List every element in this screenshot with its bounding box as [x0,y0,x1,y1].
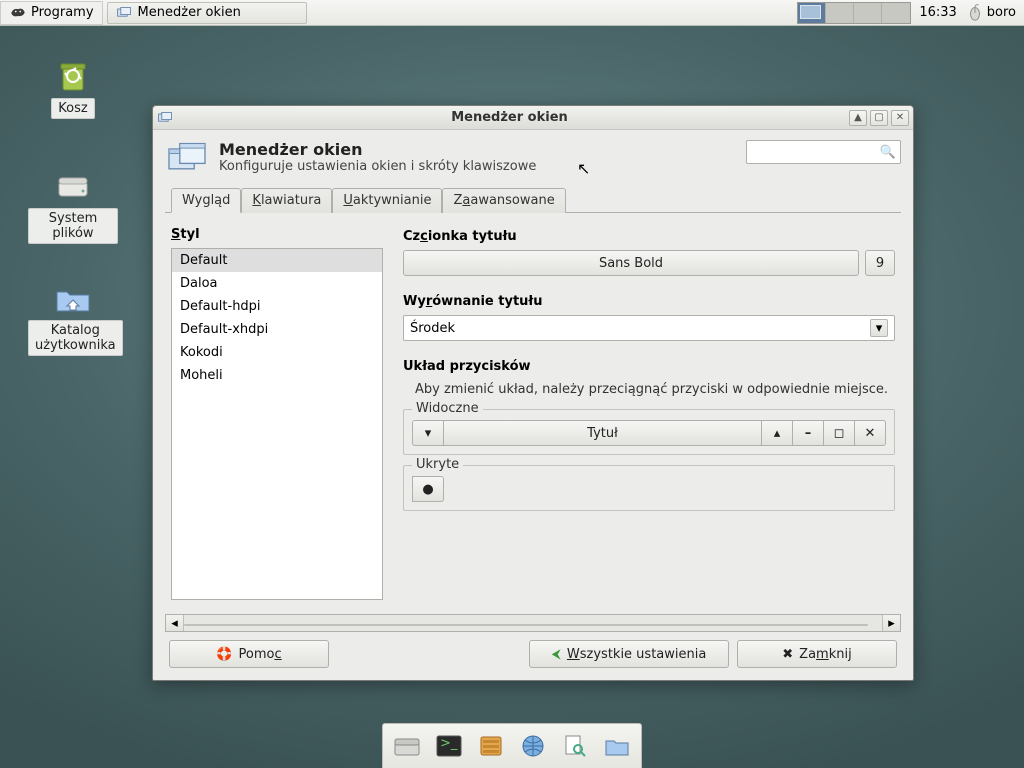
tab-keyboard[interactable]: Klawiatura [241,188,332,213]
style-heading: Styl [171,227,383,242]
layout-shade-button[interactable]: ▴ [761,420,793,446]
tab-advanced[interactable]: Zaawansowane [442,188,565,213]
home-folder-icon [53,278,93,318]
close-button[interactable]: ✖ Zamknij [737,640,897,668]
terminal-icon: >_ [434,733,464,759]
hidden-legend: Ukryte [412,457,463,472]
dock-web-browser[interactable] [515,728,551,764]
dock-folder[interactable] [599,728,635,764]
trash-icon [53,56,93,96]
applications-menu-label: Programy [31,5,94,20]
dock-terminal[interactable]: >_ [431,728,467,764]
window-rollup-button[interactable]: ▲ [849,110,867,126]
style-item-default[interactable]: Default [172,249,382,272]
window-manager-settings: Menedżer okien ▲ ▢ ✕ Menedżer okien Konf… [152,105,914,681]
title-font-size-button[interactable]: 9 [865,250,895,276]
visible-buttons-fieldset: Widoczne ▾ Tytuł ▴ – ◻ ✕ [403,409,895,455]
globe-icon [518,733,548,759]
file-manager-icon [476,733,506,759]
scroll-left-icon[interactable]: ◂ [166,615,184,631]
taskbar-button-wm[interactable]: Menedżer okien [107,2,307,24]
window-manager-large-icon [165,140,209,176]
window-manager-icon [157,111,173,125]
chevron-down-icon: ▾ [870,319,888,337]
tabs: Wygląd Klawiatura Uaktywnianie Zaawansow… [165,188,901,213]
layout-stick-button[interactable]: ● [412,476,444,502]
dialog-footer: 🛟 Pomoc ⮜ Wszystkie ustawienia ✖ Zamknij [165,632,901,670]
dock-file-manager[interactable] [473,728,509,764]
settings-subtitle: Konfiguruje ustawienia okien i skróty kl… [219,159,536,174]
workspace-1[interactable] [798,3,826,23]
style-item[interactable]: Default-xhdpi [172,318,382,341]
desktop-icon-home[interactable]: Katalog użytkownika [28,278,118,356]
bottom-dock: >_ [382,723,642,768]
layout-close-button[interactable]: ✕ [854,420,886,446]
all-settings-button[interactable]: ⮜ Wszystkie ustawienia [529,640,729,668]
settings-title: Menedżer okien [219,140,536,159]
clock[interactable]: 16:33 [911,5,964,20]
scroll-thumb[interactable] [184,624,868,626]
user-menu[interactable]: boro [985,5,1024,20]
style-list[interactable]: Default Daloa Default-hdpi Default-xhdpi… [171,248,383,600]
right-column: Czcionka tytułu Sans Bold 9 Wyrównanie t… [403,227,895,600]
show-desktop-icon [392,733,422,759]
style-item[interactable]: Moheli [172,364,382,387]
desktop-icon-label: Katalog użytkownika [28,320,123,356]
workspace-2[interactable] [826,3,854,23]
window-body: Menedżer okien Konfiguruje ustawienia ok… [153,130,913,680]
dock-find[interactable] [557,728,593,764]
scroll-right-icon[interactable]: ▸ [882,615,900,631]
tab-appearance[interactable]: Wygląd [171,188,241,213]
hidden-buttons-fieldset: Ukryte ● [403,465,895,511]
window-close-button[interactable]: ✕ [891,110,909,126]
combo-value: Środek [410,321,455,336]
visible-legend: Widoczne [412,401,483,416]
window-manager-icon [116,6,132,20]
style-item[interactable]: Default-hdpi [172,295,382,318]
back-icon: ⮜ [552,647,561,662]
style-item[interactable]: Daloa [172,272,382,295]
settings-search[interactable]: 🔍 [746,140,901,164]
layout-minimize-button[interactable]: – [792,420,824,446]
tab-content: Styl Default Daloa Default-hdpi Default-… [165,213,901,606]
button-layout-hint: Aby zmienić układ, należy przeciągnąć pr… [415,382,895,397]
title-font-heading: Czcionka tytułu [403,229,895,244]
settings-header: Menedżer okien Konfiguruje ustawienia ok… [165,140,901,176]
button-layout-heading: Układ przycisków [403,359,895,374]
title-align-combo[interactable]: Środek ▾ [403,315,895,341]
folder-icon [602,733,632,759]
close-icon: ✖ [782,647,793,662]
style-column: Styl Default Daloa Default-hdpi Default-… [171,227,383,600]
workspace-3[interactable] [854,3,882,23]
desktop-icon-label: System plików [28,208,118,244]
xfce-logo-icon [9,5,27,21]
layout-title-placeholder[interactable]: Tytuł [443,420,762,446]
help-icon: 🛟 [216,647,232,662]
search-icon: 🔍 [880,145,896,160]
window-title: Menedżer okien [173,110,846,125]
dock-show-desktop[interactable] [389,728,425,764]
workspace-4[interactable] [882,3,910,23]
layout-menu-button[interactable]: ▾ [412,420,444,446]
desktop-icon-trash[interactable]: Kosz [28,56,118,119]
svg-text:>_: >_ [440,736,458,751]
tab-focus[interactable]: Uaktywnianie [332,188,442,213]
document-search-icon [560,733,590,759]
mouse-icon[interactable] [965,4,985,22]
drive-icon [53,166,93,206]
help-button[interactable]: 🛟 Pomoc [169,640,329,668]
horizontal-scrollbar[interactable]: ◂ ▸ [165,614,901,632]
window-titlebar[interactable]: Menedżer okien ▲ ▢ ✕ [153,106,913,130]
layout-maximize-button[interactable]: ◻ [823,420,855,446]
desktop-icon-filesystem[interactable]: System plików [28,166,118,244]
style-item[interactable]: Kokodi [172,341,382,364]
taskbar-button-label: Menedżer okien [138,5,241,20]
desktop-icon-label: Kosz [51,98,94,119]
workspace-pager[interactable] [797,2,911,24]
applications-menu[interactable]: Programy [0,1,103,25]
title-font-button[interactable]: Sans Bold [403,250,859,276]
window-maximize-button[interactable]: ▢ [870,110,888,126]
top-panel: Programy Menedżer okien 16:33 boro [0,0,1024,26]
title-align-heading: Wyrównanie tytułu [403,294,895,309]
